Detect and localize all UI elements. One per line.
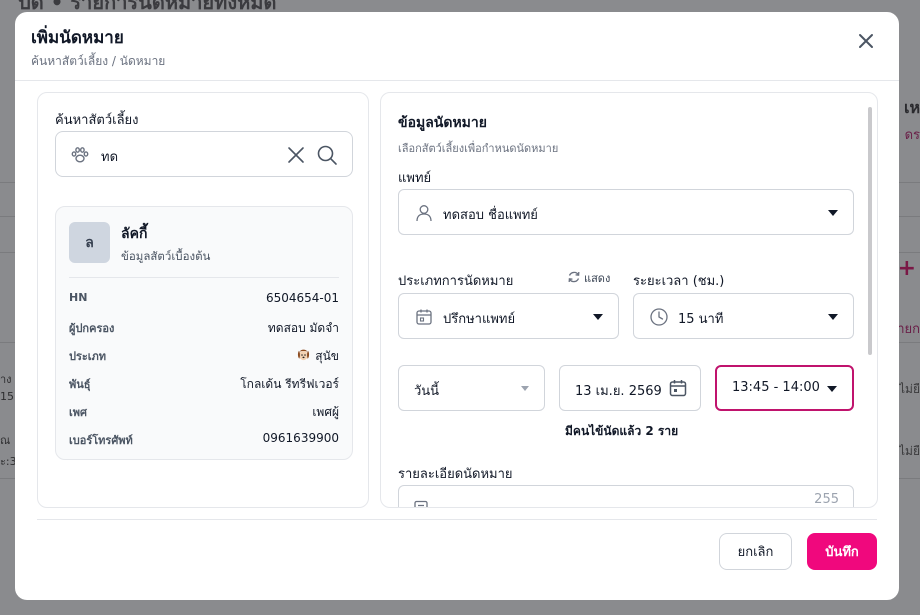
pet-search-input[interactable]: ทด (55, 131, 353, 177)
pet-avatar: ล (69, 222, 110, 263)
time-select[interactable]: 13:45 - 14:00 (715, 365, 854, 411)
save-button[interactable]: บันทึก (807, 533, 877, 570)
day-select[interactable]: วันนี้ (398, 365, 545, 411)
pet-row-label: ประเภท (69, 350, 107, 363)
appointment-type-select[interactable]: ปรึกษาแพทย์ (398, 293, 619, 339)
appointment-type-value: ปรึกษาแพทย์ (443, 312, 516, 327)
breadcrumb: ค้นหาสัตว์เลี้ยง / นัดหมาย (31, 54, 166, 68)
pet-row-label: เบอร์โทรศัพท์ (69, 434, 133, 447)
appointment-subtitle: เลือกสัตว์เลี้ยงเพื่อกำหนดนัดหมาย (398, 142, 559, 155)
duration-label: ระยะเวลา (ชม.) (633, 274, 725, 289)
cancel-button[interactable]: ยกเลิก (719, 533, 792, 570)
pet-row-value: โกลเด้น รีทรีฟเวอร์ (240, 377, 339, 391)
background-plus-icon: + (897, 256, 916, 281)
pet-subtitle: ข้อมูลสัตว์เบื้องต้น (121, 249, 211, 263)
close-icon (859, 34, 873, 48)
duration-value: 15 นาที (678, 312, 724, 327)
pet-row-label: พันธุ์ (69, 378, 91, 391)
background-text: ไม่ยื (899, 444, 920, 458)
pet-search-panel: ค้นหาสัตว์เลี้ยง ทด ล ลัคกี้ ข้อมูลสัตว์… (37, 92, 369, 508)
chevron-down-icon (828, 210, 838, 216)
pet-row-label: HN (69, 291, 88, 304)
doctor-value: ทดสอบ ชื่อแพทย์ (443, 208, 538, 223)
dog-icon (298, 349, 310, 361)
pet-row-value: 0961639900 (262, 431, 339, 445)
pet-row-value: 6504654-01 (265, 291, 339, 305)
pet-row-hn: HN 6504654-01 (69, 291, 339, 309)
calendar-icon (416, 309, 432, 325)
pet-row-label: เพศ (69, 406, 87, 419)
time-value: 13:45 - 14:00 (732, 380, 820, 395)
paw-icon (71, 147, 89, 163)
search-value: ทด (101, 150, 119, 165)
duration-select[interactable]: 15 นาที (633, 293, 854, 339)
pet-row-value: เพศผู้ (312, 405, 339, 419)
appointment-panel: ข้อมูลนัดหมาย เลือกสัตว์เลี้ยงเพื่อกำหนด… (380, 92, 878, 508)
divider (69, 277, 339, 278)
background-text: ไม่ยื (899, 382, 920, 396)
chevron-down-icon (521, 386, 529, 391)
show-toggle-button[interactable]: แสดง (567, 269, 610, 287)
add-appointment-modal: เพิ่มนัดหมาย ค้นหาสัตว์เลี้ยง / นัดหมาย … (15, 12, 899, 600)
details-textarea[interactable]: 255 (398, 485, 854, 507)
pet-row-value: สุนัข (315, 349, 339, 363)
appointment-title: ข้อมูลนัดหมาย (398, 115, 487, 131)
chevron-down-icon (828, 314, 838, 320)
user-icon (416, 205, 432, 222)
background-text: 15 (0, 390, 14, 403)
show-toggle-label: แสดง (584, 272, 611, 285)
clock-icon (650, 308, 668, 326)
date-value: 13 เม.ย. 2569 (575, 384, 662, 399)
search-icon[interactable] (316, 144, 338, 166)
background-text: ณ (0, 434, 11, 447)
pet-row-label: ผู้ปกครอง (69, 322, 115, 335)
modal-header: เพิ่มนัดหมาย ค้นหาสัตว์เลี้ยง / นัดหมาย (15, 12, 899, 81)
pet-row-phone: เบอร์โทรศัพท์ 0961639900 (69, 431, 339, 449)
chevron-down-icon (827, 386, 837, 392)
pet-row-owner: ผู้ปกครอง ทดสอบ มัดจำ (69, 319, 339, 337)
pet-info-card[interactable]: ล ลัคกี้ ข้อมูลสัตว์เบื้องต้น HN 6504654… (55, 206, 353, 460)
note-icon (414, 500, 428, 507)
date-picker[interactable]: 13 เม.ย. 2569 (559, 365, 701, 411)
appointment-type-label: ประเภทการนัดหมาย (398, 274, 514, 289)
background-heading: เห (903, 98, 920, 117)
pet-species-value: สุนัข (296, 347, 339, 366)
doctor-select[interactable]: ทดสอบ ชื่อแพทย์ (398, 189, 854, 235)
refresh-icon (568, 271, 580, 283)
pet-row-value: ทดสอบ มัดจำ (267, 321, 339, 335)
char-count: 255 (814, 492, 839, 507)
calendar-icon[interactable] (668, 378, 688, 398)
modal-title: เพิ่มนัดหมาย (31, 28, 124, 48)
background-text: ายก (897, 322, 920, 337)
chevron-down-icon (593, 314, 603, 320)
background-text: าง (0, 373, 12, 386)
pet-row-sex: เพศ เพศผู้ (69, 403, 339, 421)
pet-row-species: ประเภท สุนัข (69, 347, 339, 365)
doctor-label: แพทย์ (398, 171, 432, 186)
day-value: วันนี้ (414, 384, 440, 399)
booked-count-note: มีคนไข้นัดแล้ว 2 ราย (565, 424, 679, 438)
scrollbar[interactable] (868, 107, 872, 355)
pet-name: ลัคกี้ (121, 226, 148, 242)
clear-icon[interactable] (286, 145, 306, 165)
background-link: ดร (904, 128, 920, 143)
close-button[interactable] (855, 30, 877, 52)
search-label: ค้นหาสัตว์เลี้ยง (55, 113, 139, 128)
pet-row-breed: พันธุ์ โกลเด้น รีทรีฟเวอร์ (69, 375, 339, 393)
details-label: รายละเอียดนัดหมาย (398, 467, 513, 482)
footer-divider (37, 519, 877, 520)
